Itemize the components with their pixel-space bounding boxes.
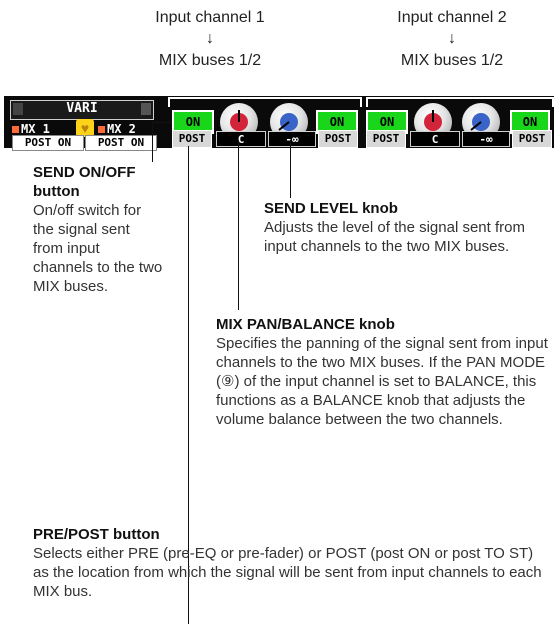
mix-buses-1-2-label: MIX buses 1/2 <box>158 52 262 69</box>
callout-description: Adjusts the level of the signal sent fro… <box>264 219 525 255</box>
level-readout-ch2: -∞ <box>462 131 510 147</box>
post-on-button-mx2[interactable]: POST ON <box>85 135 157 151</box>
post-on-button-mx1[interactable]: POST ON <box>12 135 84 151</box>
mix-pan-balance-callout: MIX PAN/BALANCE knob Specifies the panni… <box>216 315 552 429</box>
mx-indicator-icon <box>12 126 19 133</box>
pre-post-callout: PRE/POST button Selects either PRE (pre-… <box>33 525 543 601</box>
down-arrow-icon: ↓ <box>206 30 214 47</box>
send-level-callout: SEND LEVEL knob Adjusts the level of the… <box>264 199 544 256</box>
pre-post-button-ch1[interactable]: POST <box>172 130 212 148</box>
send-on-off-callout: SEND ON/OFF button On/off switch for the… <box>33 163 163 296</box>
callout-title: SEND ON/OFF button <box>33 164 136 200</box>
pan-readout-ch2: C <box>410 131 460 147</box>
mx1-label: MX 1 <box>12 122 50 136</box>
vari-selector[interactable]: VARI <box>10 100 154 120</box>
down-arrow-icon: ↓ <box>448 30 456 47</box>
mx2-label: MX 2 <box>98 122 136 136</box>
vari-label: VARI <box>66 101 98 116</box>
pan-readout-ch1: C <box>216 131 266 147</box>
mix-buses-1-2-label: MIX buses 1/2 <box>400 52 504 69</box>
send-on-off-leader-line <box>152 122 153 162</box>
input-channel-1-label: Input channel 1 <box>155 9 265 26</box>
send-level-leader-line <box>290 140 291 198</box>
level-readout-ch1: -∞ <box>268 131 316 147</box>
right-scroll-icon[interactable] <box>141 103 151 115</box>
pre-post-button-ch2-mix2[interactable]: POST <box>512 130 552 148</box>
pre-post-button-ch2[interactable]: POST <box>366 130 406 148</box>
channel-2-bracket <box>366 97 554 107</box>
callout-description: Selects either PRE (pre-EQ or pre-fader)… <box>33 545 542 600</box>
pre-post-button-ch1-mix2[interactable]: POST <box>318 130 358 148</box>
input-channel-2-label: Input channel 2 <box>397 9 507 26</box>
send-on-off-leader-line <box>152 122 172 123</box>
callout-title: PRE/POST button <box>33 526 160 543</box>
callout-title: SEND LEVEL knob <box>264 200 398 217</box>
mix-pan-leader-line <box>238 140 239 310</box>
callout-description: Specifies the panning of the signal sent… <box>216 335 548 428</box>
callout-title: MIX PAN/BALANCE knob <box>216 316 395 333</box>
mx-indicator-icon <box>98 126 105 133</box>
left-scroll-icon[interactable] <box>13 103 23 115</box>
callout-description: On/off switch for the signal sent from i… <box>33 202 163 295</box>
channel-1-bracket <box>168 97 362 107</box>
